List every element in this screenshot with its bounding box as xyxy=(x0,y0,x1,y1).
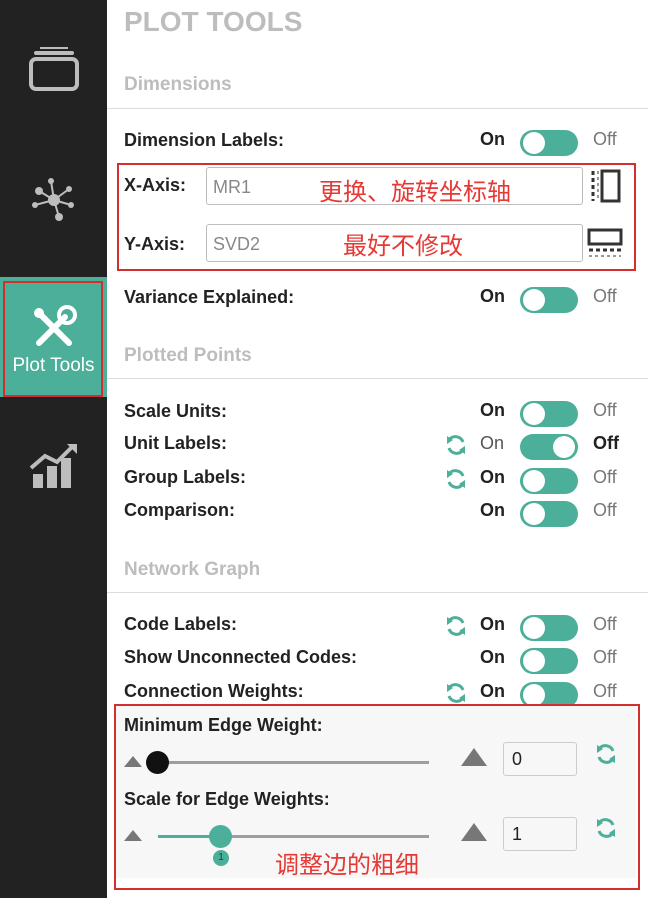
section-plotted-points: Plotted Points xyxy=(124,345,252,366)
scale-units-off: Off xyxy=(593,400,617,420)
scale-units-on: On xyxy=(480,400,505,420)
scale-units-label: Scale Units: xyxy=(124,401,228,421)
connection-weights-toggle[interactable] xyxy=(520,682,578,708)
unit-labels-toggle[interactable] xyxy=(520,434,578,460)
divider xyxy=(107,108,648,109)
wrench-screwdriver-icon xyxy=(34,305,77,346)
dimension-labels-on: On xyxy=(480,129,505,149)
min-edge-weight-handle[interactable] xyxy=(146,751,169,774)
y-axis-label: Y-Axis: xyxy=(124,234,186,254)
group-labels-label: Group Labels: xyxy=(124,467,247,487)
nav-item-plot-tools[interactable]: Plot Tools xyxy=(0,277,107,397)
group-labels-on: On xyxy=(480,467,505,487)
swap-axes-icon[interactable] xyxy=(589,169,621,203)
nav-item-network[interactable] xyxy=(0,158,107,238)
dimension-labels-label: Dimension Labels: xyxy=(124,130,285,150)
mountain-small-icon xyxy=(124,830,142,841)
panel-title: PLOT TOOLS xyxy=(124,6,303,37)
scale-edge-weights-label: Scale for Edge Weights: xyxy=(124,789,330,809)
annotation-adjust-edges: 调整边的粗细 xyxy=(275,852,419,879)
show-unconnected-label: Show Unconnected Codes: xyxy=(124,647,358,667)
divider xyxy=(107,378,648,379)
section-dimensions: Dimensions xyxy=(124,74,232,95)
connection-weights-off: Off xyxy=(593,681,617,701)
refresh-icon[interactable] xyxy=(445,434,467,456)
connection-weights-label: Connection Weights: xyxy=(124,681,304,701)
connection-weights-on: On xyxy=(480,681,505,701)
annotation-swap-rotate: 更换、旋转坐标轴 xyxy=(319,179,511,206)
comparison-off: Off xyxy=(593,500,617,520)
scale-edge-weights-handle[interactable] xyxy=(209,825,232,848)
refresh-icon[interactable] xyxy=(445,615,467,637)
comparison-toggle[interactable] xyxy=(520,501,578,527)
scale-edge-weights-input[interactable]: 1 xyxy=(503,817,577,851)
scale-units-toggle[interactable] xyxy=(520,401,578,427)
nav-item-chart[interactable] xyxy=(0,425,107,505)
min-edge-weight-label: Minimum Edge Weight: xyxy=(124,715,323,735)
min-edge-weight-track[interactable] xyxy=(148,761,429,764)
side-nav: Plot Tools xyxy=(0,0,107,898)
unit-labels-label: Unit Labels: xyxy=(124,433,228,453)
variance-explained-on: On xyxy=(480,286,505,306)
refresh-icon[interactable] xyxy=(445,682,467,704)
min-edge-weight-input[interactable]: 0 xyxy=(503,742,577,776)
dimension-labels-toggle[interactable] xyxy=(520,130,578,156)
dimension-labels-off: Off xyxy=(593,129,617,149)
code-labels-toggle[interactable] xyxy=(520,615,578,641)
plot-tools-panel: PLOT TOOLS Dimensions Dimension Labels: … xyxy=(107,0,648,898)
variance-explained-off: Off xyxy=(593,286,617,306)
nav-item-label: Plot Tools xyxy=(12,355,95,376)
show-unconnected-off: Off xyxy=(593,647,617,667)
layers-icon xyxy=(28,47,79,91)
comparison-on: On xyxy=(480,500,505,520)
comparison-label: Comparison: xyxy=(124,500,236,520)
show-unconnected-on: On xyxy=(480,647,505,667)
section-network-graph: Network Graph xyxy=(124,559,261,580)
variance-explained-toggle[interactable] xyxy=(520,287,578,313)
divider xyxy=(107,592,648,593)
group-labels-toggle[interactable] xyxy=(520,468,578,494)
mountain-large-icon xyxy=(461,748,487,766)
code-labels-on: On xyxy=(480,614,505,634)
code-labels-label: Code Labels: xyxy=(124,614,238,634)
unit-labels-off: Off xyxy=(593,433,619,453)
group-labels-off: Off xyxy=(593,467,617,487)
annotation-best-not-modify: 最好不修改 xyxy=(343,233,463,260)
refresh-icon[interactable] xyxy=(595,817,617,839)
nav-item-layers[interactable] xyxy=(0,30,107,110)
show-unconnected-toggle[interactable] xyxy=(520,648,578,674)
mountain-small-icon xyxy=(124,756,142,767)
refresh-icon[interactable] xyxy=(595,743,617,765)
unit-labels-on: On xyxy=(480,433,505,453)
x-axis-label: X-Axis: xyxy=(124,175,187,195)
chart-icon xyxy=(29,444,77,488)
rotate-axes-icon[interactable] xyxy=(587,226,623,260)
code-labels-off: Off xyxy=(593,614,617,634)
scale-edge-weights-badge: 1 xyxy=(213,850,229,866)
refresh-icon[interactable] xyxy=(445,468,467,490)
variance-explained-label: Variance Explained: xyxy=(124,287,295,307)
network-icon xyxy=(31,178,74,221)
mountain-large-icon xyxy=(461,823,487,841)
